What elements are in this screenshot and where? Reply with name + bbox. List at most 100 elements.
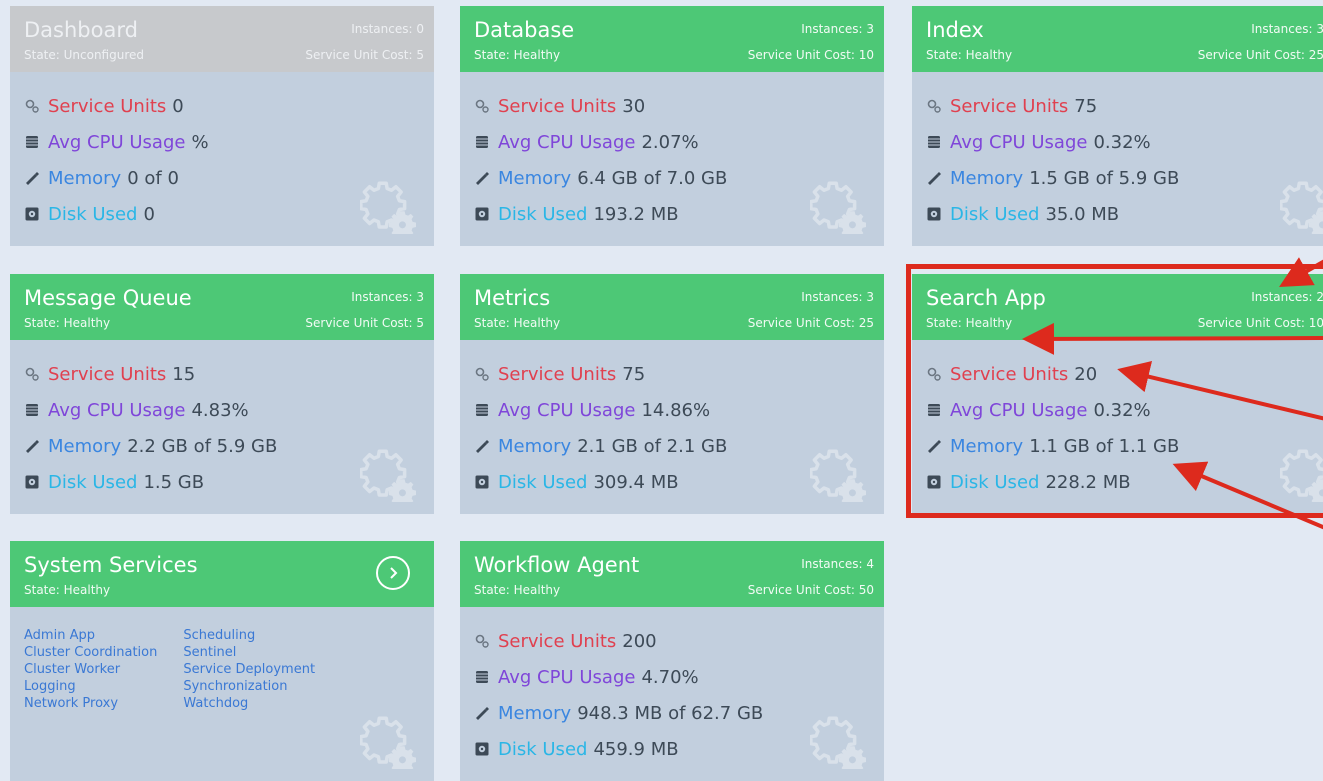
- metric-value: 1.5 GB: [143, 471, 205, 493]
- disk-icon: [926, 206, 950, 222]
- service-link-watchdog[interactable]: Watchdog: [183, 695, 315, 712]
- metric-value: 193.2 MB: [593, 203, 679, 225]
- memory-stick-icon: [474, 170, 498, 186]
- metric-cpu: Avg CPU Usage%: [24, 124, 209, 160]
- metric-cpu: Avg CPU Usage 2.07%: [474, 124, 727, 160]
- service-card-workflow-agent[interactable]: Workflow Agent State: Healthy Instances:…: [460, 541, 884, 781]
- metric-disk: Disk Used 1.5 GB: [24, 464, 277, 500]
- disk-icon: [24, 206, 48, 222]
- metric-service-units: Service Units 20: [926, 356, 1179, 392]
- service-card-system-services[interactable]: System Services State: Healthy Admin App…: [10, 541, 434, 781]
- cpu-chip-icon: [474, 402, 498, 418]
- metric-label: Memory: [498, 435, 572, 457]
- metric-label: Avg CPU Usage: [950, 399, 1088, 421]
- metric-memory: Memory 1.5 GB of 5.9 GB: [926, 160, 1179, 196]
- metric-label: Avg CPU Usage: [950, 131, 1088, 153]
- cpu-chip-icon: [24, 134, 48, 150]
- disk-icon: [474, 741, 498, 757]
- service-link-synchronization[interactable]: Synchronization: [183, 678, 315, 695]
- metric-label: Disk Used: [498, 738, 588, 760]
- metric-memory: Memory 1.1 GB of 1.1 GB: [926, 428, 1179, 464]
- service-link-sentinel[interactable]: Sentinel: [183, 644, 315, 661]
- cpu-chip-icon: [24, 402, 48, 418]
- card-metrics: Service Units 75 Avg CPU Usage 0.32% Memor…: [926, 88, 1179, 232]
- metric-value: 2.07%: [641, 131, 699, 153]
- metric-service-units: Service Units 75: [926, 88, 1179, 124]
- service-card-search-app[interactable]: Search App State: Healthy Instances: 2 S…: [912, 274, 1323, 514]
- service-link-logging[interactable]: Logging: [24, 678, 157, 695]
- service-link-cluster-worker[interactable]: Cluster Worker: [24, 661, 157, 678]
- cpu-chip-icon: [474, 669, 498, 685]
- metric-value: 1.1 GB of 1.1 GB: [1029, 435, 1180, 457]
- metric-label: Service Units: [48, 95, 167, 117]
- disk-icon: [24, 474, 48, 490]
- service-link-admin-app[interactable]: Admin App: [24, 627, 157, 644]
- card-instances: Instances: 0: [351, 22, 424, 36]
- metric-value: 4.70%: [641, 666, 699, 688]
- gears-icon: [1280, 446, 1323, 502]
- metric-value: 228.2 MB: [1045, 471, 1131, 493]
- card-header: Workflow Agent State: Healthy Instances:…: [460, 541, 884, 607]
- metric-value: 200: [622, 630, 657, 652]
- memory-stick-icon: [24, 170, 48, 186]
- card-header: System Services State: Healthy: [10, 541, 434, 607]
- metric-service-units: Service Units 200: [474, 623, 763, 659]
- service-link-cluster-coordination[interactable]: Cluster Coordination: [24, 644, 157, 661]
- metric-value: 2.1 GB of 2.1 GB: [577, 435, 728, 457]
- memory-stick-icon: [926, 438, 950, 454]
- metric-value: 0.32%: [1093, 399, 1151, 421]
- card-metrics: Service Units 15 Avg CPU Usage 4.83% Memor…: [24, 356, 277, 500]
- card-state: State: Healthy: [926, 316, 1013, 330]
- service-card-dashboard[interactable]: Dashboard State: Unconfigured Instances:…: [10, 6, 434, 246]
- card-state: State: Healthy: [24, 316, 111, 330]
- card-header: Search App State: Healthy Instances: 2 S…: [912, 274, 1323, 340]
- card-service-unit-cost: Service Unit Cost: 5: [305, 48, 424, 62]
- service-card-database[interactable]: Database State: Healthy Instances: 3 Ser…: [460, 6, 884, 246]
- card-state: State: Healthy: [24, 583, 111, 597]
- metric-label: Avg CPU Usage: [498, 131, 636, 153]
- card-metrics: Service Units 0 Avg CPU Usage% Memory 0 of…: [24, 88, 209, 232]
- metric-disk: Disk Used 228.2 MB: [926, 464, 1179, 500]
- metric-value: 2.2 GB of 5.9 GB: [127, 435, 278, 457]
- service-card-index[interactable]: Index State: Healthy Instances: 3 Servic…: [912, 6, 1323, 246]
- card-instances: Instances: 4: [801, 557, 874, 571]
- card-service-unit-cost: Service Unit Cost: 10: [747, 48, 874, 62]
- metric-memory: Memory 2.2 GB of 5.9 GB: [24, 428, 277, 464]
- metric-cpu: Avg CPU Usage 0.32%: [926, 124, 1179, 160]
- metric-label: Service Units: [950, 363, 1069, 385]
- disk-icon: [926, 474, 950, 490]
- card-state: State: Healthy: [474, 583, 561, 597]
- metric-value: 948.3 MB of 62.7 GB: [577, 702, 764, 724]
- metric-cpu: Avg CPU Usage 14.86%: [474, 392, 727, 428]
- card-title: Message Queue: [24, 286, 192, 310]
- gears-icon: [810, 713, 866, 769]
- card-metrics: Service Units 200 Avg CPU Usage 4.70% Memo…: [474, 623, 763, 767]
- card-header: Message Queue State: Healthy Instances: …: [10, 274, 434, 340]
- metric-memory: Memory 0 of 0: [24, 160, 209, 196]
- metric-label: Memory: [48, 167, 122, 189]
- metric-value: 459.9 MB: [593, 738, 679, 760]
- metric-value: 4.83%: [191, 399, 249, 421]
- gears-small-icon: [926, 98, 950, 114]
- memory-stick-icon: [474, 438, 498, 454]
- expand-circle-arrow-icon: [390, 567, 398, 579]
- card-title: Metrics: [474, 286, 551, 310]
- card-service-unit-cost: Service Unit Cost: 25: [747, 316, 874, 330]
- expand-button[interactable]: [376, 556, 410, 590]
- metric-label: Disk Used: [48, 203, 138, 225]
- service-card-metrics[interactable]: Metrics State: Healthy Instances: 3 Serv…: [460, 274, 884, 514]
- gears-small-icon: [24, 98, 48, 114]
- metric-label: Avg CPU Usage: [48, 131, 186, 153]
- service-link-scheduling[interactable]: Scheduling: [183, 627, 315, 644]
- service-link-service-deployment[interactable]: Service Deployment: [183, 661, 315, 678]
- service-card-message-queue[interactable]: Message Queue State: Healthy Instances: …: [10, 274, 434, 514]
- card-header: Index State: Healthy Instances: 3 Servic…: [912, 6, 1323, 72]
- metric-label: Avg CPU Usage: [48, 399, 186, 421]
- card-service-unit-cost: Service Unit Cost: 25: [1197, 48, 1323, 62]
- metric-label: Service Units: [48, 363, 167, 385]
- card-metrics: Service Units 20 Avg CPU Usage 0.32% Memor…: [926, 356, 1179, 500]
- metric-value: 75: [1074, 95, 1098, 117]
- card-instances: Instances: 3: [1251, 22, 1323, 36]
- metric-label: Disk Used: [48, 471, 138, 493]
- service-link-network-proxy[interactable]: Network Proxy: [24, 695, 157, 712]
